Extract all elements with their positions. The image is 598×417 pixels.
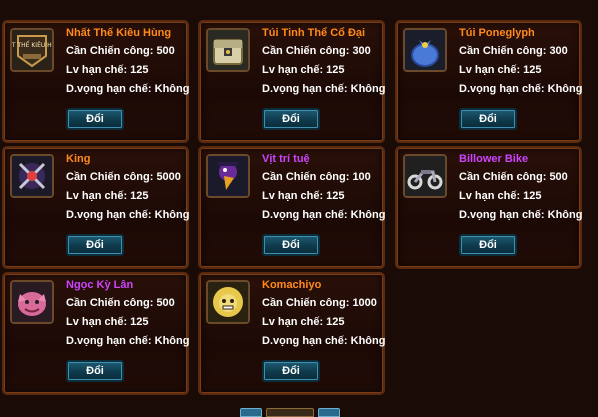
item-name: Vịt trí tuệ: [262, 153, 310, 165]
reputation-label: D.vọng hạn chế:: [262, 335, 348, 347]
item-card-7: Komachiyo Cần Chiến công: 1000 Lv hạn ch…: [198, 272, 385, 395]
item-reputation: D.vọng hạn chế: Không: [66, 83, 189, 95]
king-character-icon: [10, 154, 54, 198]
item-cost: Cần Chiến công: 300: [459, 45, 568, 57]
item-name: Túi Poneglyph: [459, 27, 535, 39]
reputation-label: D.vọng hạn chế:: [459, 83, 545, 95]
item-reputation: D.vọng hạn chế: Không: [66, 335, 189, 347]
reputation-label: D.vọng hạn chế:: [262, 209, 348, 221]
item-name: Komachiyo: [262, 279, 322, 291]
item-reputation: D.vọng hạn chế: Không: [262, 209, 385, 221]
reputation-label: D.vọng hạn chế:: [66, 209, 152, 221]
reputation-value: Không: [350, 83, 386, 95]
item-cost: Cần Chiến công: 500: [66, 297, 175, 309]
item-cost: Cần Chiến công: 1000: [262, 297, 377, 309]
treasure-chest-icon: [206, 28, 250, 72]
page-indicator: [266, 408, 314, 417]
pagination-bar: [240, 408, 340, 417]
reputation-value: Không: [547, 83, 583, 95]
item-cost: Cần Chiến công: 100: [262, 171, 371, 183]
item-reputation: D.vọng hạn chế: Không: [66, 209, 189, 221]
exchange-button[interactable]: Đổi: [459, 108, 517, 130]
item-card-4: Vịt trí tuệ Cần Chiến công: 100 Lv hạn c…: [198, 146, 385, 269]
exchange-button[interactable]: Đổi: [262, 234, 320, 256]
reputation-value: Không: [154, 83, 190, 95]
motorbike-icon: [403, 154, 447, 198]
item-card-1: Túi Tinh Thể Cổ Đại Cần Chiến công: 300 …: [198, 20, 385, 143]
item-level: Lv hạn chế: 125: [262, 190, 345, 202]
item-cost: Cần Chiến công: 300: [262, 45, 371, 57]
item-name: Ngọc Kỳ Lân: [66, 279, 134, 291]
item-name: King: [66, 153, 91, 165]
reputation-value: Không: [350, 335, 386, 347]
nhat-the-kieu-hung-icon: NHẤT THẾ KIÊU HÙNG: [10, 28, 54, 72]
reputation-value: Không: [350, 209, 386, 221]
item-reputation: D.vọng hạn chế: Không: [262, 83, 385, 95]
exchange-button[interactable]: Đổi: [262, 108, 320, 130]
item-name: Billower Bike: [459, 153, 529, 165]
exchange-item-grid: NHẤT THẾ KIÊU HÙNG Nhất Thế Kiêu Hùng Cầ…: [0, 0, 598, 415]
blue-bag-icon: [403, 28, 447, 72]
item-level: Lv hạn chế: 125: [262, 64, 345, 76]
item-cost: Cần Chiến công: 500: [459, 171, 568, 183]
item-card-6: Ngọc Kỳ Lân Cần Chiến công: 500 Lv hạn c…: [2, 272, 189, 395]
page-prev-button[interactable]: [240, 408, 262, 417]
item-reputation: D.vọng hạn chế: Không: [262, 335, 385, 347]
item-card-2: Túi Poneglyph Cần Chiến công: 300 Lv hạn…: [395, 20, 582, 143]
wise-duck-icon: [206, 154, 250, 198]
reputation-value: Không: [547, 209, 583, 221]
item-card-0: NHẤT THẾ KIÊU HÙNG Nhất Thế Kiêu Hùng Cầ…: [2, 20, 189, 143]
item-level: Lv hạn chế: 125: [66, 64, 149, 76]
exchange-button[interactable]: Đổi: [262, 360, 320, 382]
reputation-label: D.vọng hạn chế:: [459, 209, 545, 221]
exchange-button[interactable]: Đổi: [66, 360, 124, 382]
icon-text-top: NHẤT THẾ KIÊU HÙNG: [12, 41, 52, 49]
page-next-button[interactable]: [318, 408, 340, 417]
golden-lion-icon: [206, 280, 250, 324]
reputation-value: Không: [154, 335, 190, 347]
reputation-label: D.vọng hạn chế:: [66, 335, 152, 347]
item-level: Lv hạn chế: 125: [459, 64, 542, 76]
exchange-button[interactable]: Đổi: [66, 108, 124, 130]
item-level: Lv hạn chế: 125: [262, 316, 345, 328]
item-name: Nhất Thế Kiêu Hùng: [66, 27, 172, 39]
item-level: Lv hạn chế: 125: [459, 190, 542, 202]
item-reputation: D.vọng hạn chế: Không: [459, 209, 582, 221]
item-cost: Cần Chiến công: 500: [66, 45, 175, 57]
item-card-3: King Cần Chiến công: 5000 Lv hạn chế: 12…: [2, 146, 189, 269]
item-reputation: D.vọng hạn chế: Không: [459, 83, 582, 95]
item-cost: Cần Chiến công: 5000: [66, 171, 181, 183]
item-level: Lv hạn chế: 125: [66, 316, 149, 328]
item-card-5: Billower Bike Cần Chiến công: 500 Lv hạn…: [395, 146, 582, 269]
exchange-button[interactable]: Đổi: [459, 234, 517, 256]
reputation-value: Không: [154, 209, 190, 221]
exchange-button[interactable]: Đổi: [66, 234, 124, 256]
reputation-label: D.vọng hạn chế:: [262, 83, 348, 95]
item-level: Lv hạn chế: 125: [66, 190, 149, 202]
item-name: Túi Tinh Thể Cổ Đại: [262, 27, 366, 39]
reputation-label: D.vọng hạn chế:: [66, 83, 152, 95]
pink-dragon-icon: [10, 280, 54, 324]
